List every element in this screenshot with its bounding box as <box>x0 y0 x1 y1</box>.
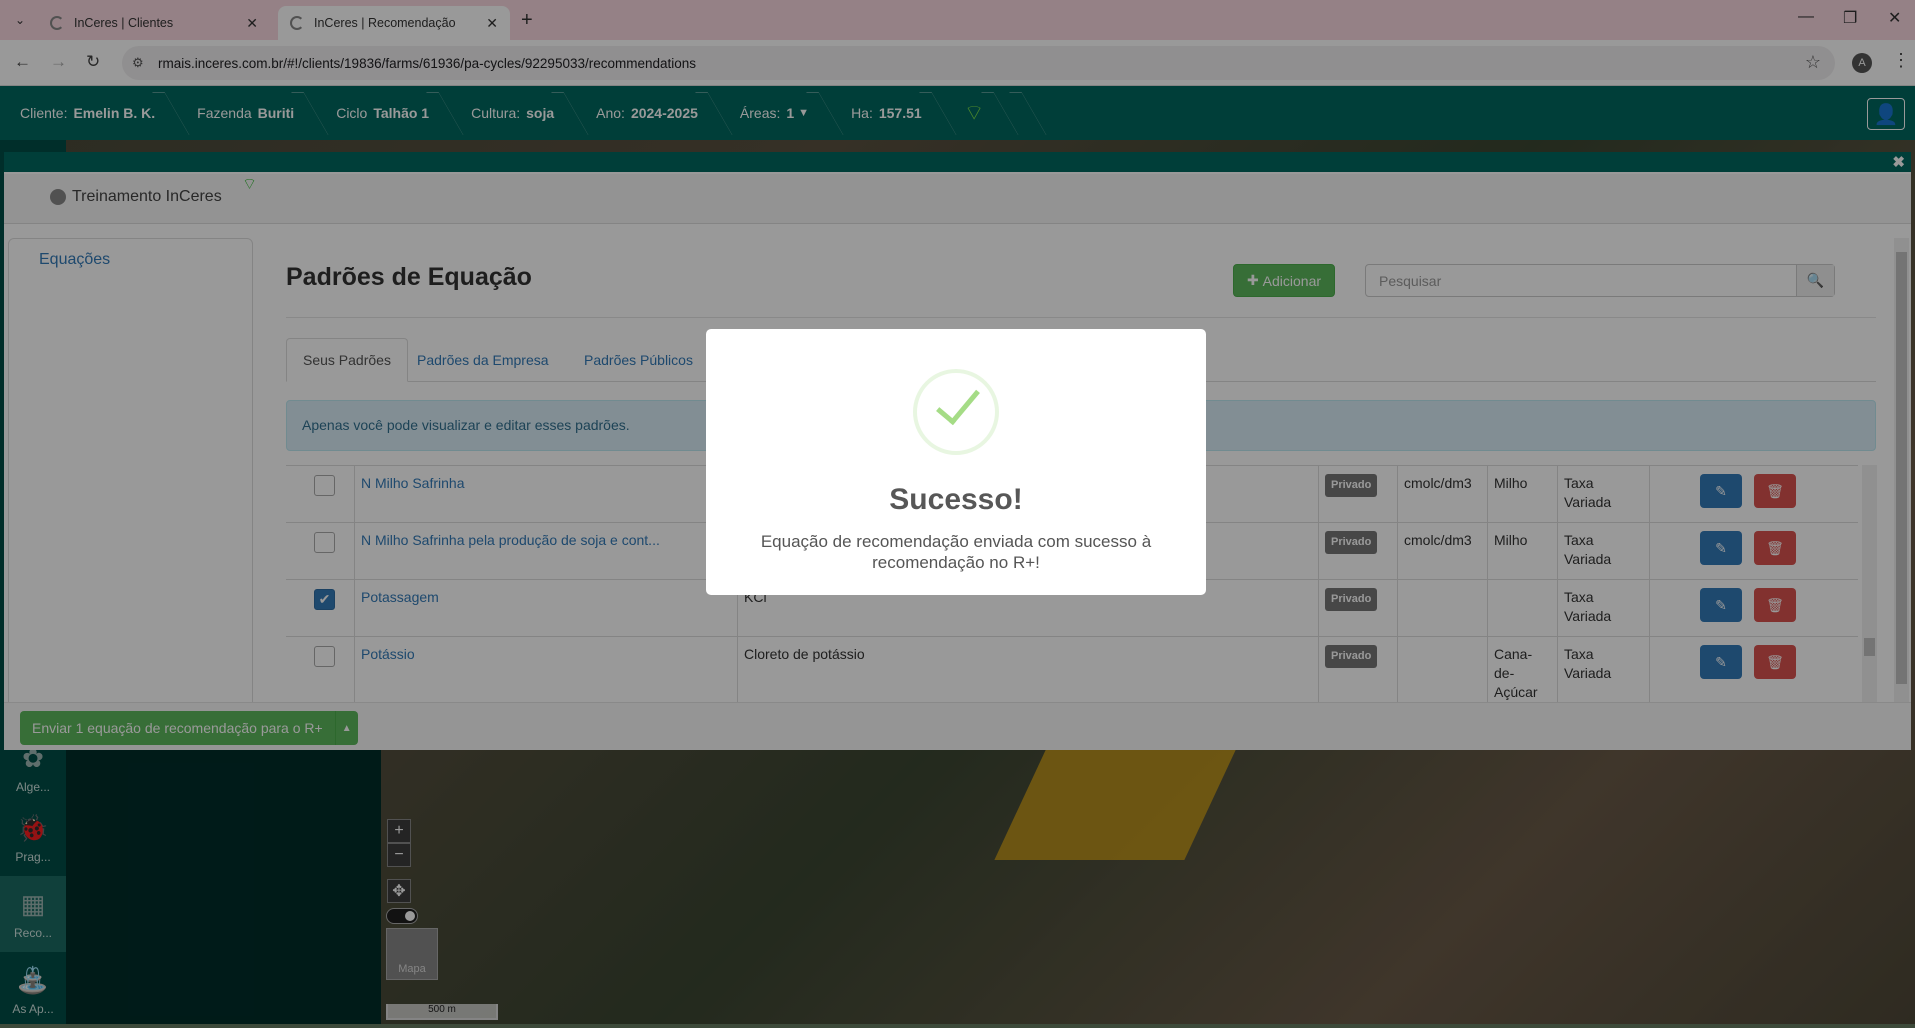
dialog-title: Sucesso! <box>889 483 1023 516</box>
success-dialog: Sucesso! Equação de recomendação enviada… <box>706 329 1206 595</box>
success-check-icon <box>913 369 999 455</box>
dialog-message: Equação de recomendação enviada com suce… <box>760 532 1152 572</box>
checkmark-icon <box>936 378 980 426</box>
